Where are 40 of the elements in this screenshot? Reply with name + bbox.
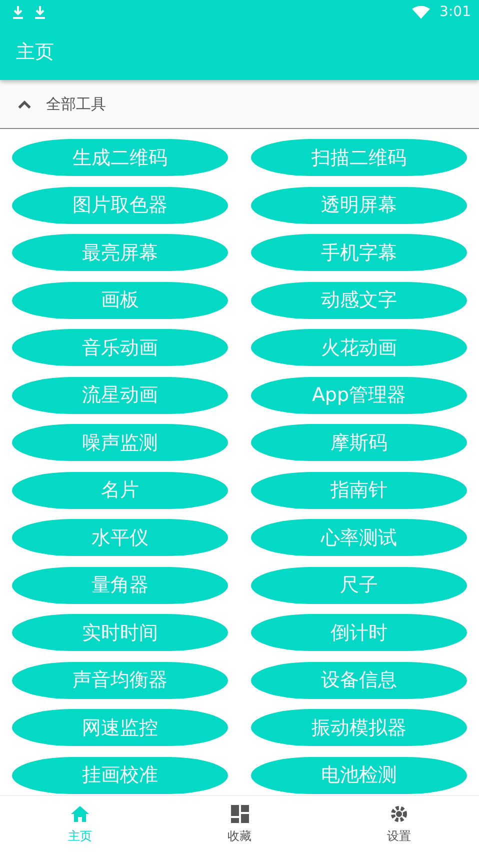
nav-tab[interactable]: 主页: [0, 796, 160, 852]
tool-button[interactable]: 透明屏幕: [251, 186, 467, 224]
nav-tab[interactable]: 收藏: [160, 796, 320, 852]
section-header[interactable]: 全部工具: [0, 80, 479, 129]
tool-button[interactable]: 动感文字: [251, 282, 467, 318]
nav-tab[interactable]: 设置: [319, 796, 479, 852]
tool-button[interactable]: 指南针: [251, 472, 467, 508]
tool-button[interactable]: 声音均衡器: [12, 662, 228, 698]
tool-button[interactable]: 挂画校准: [12, 756, 228, 794]
wifi-icon: [412, 6, 430, 18]
tool-button[interactable]: 量角器: [12, 566, 228, 604]
tool-button[interactable]: 音乐动画: [12, 329, 228, 366]
grid-icon: [230, 804, 250, 824]
tool-button[interactable]: 心率测试: [251, 519, 467, 556]
tool-button[interactable]: 振动模拟器: [251, 709, 467, 746]
tool-button[interactable]: 水平仪: [12, 519, 228, 556]
tool-button[interactable]: 最亮屏幕: [12, 234, 228, 271]
tool-button[interactable]: 画板: [12, 282, 228, 318]
tool-button[interactable]: 生成二维码: [12, 139, 228, 176]
tool-button[interactable]: 实时时间: [12, 614, 228, 651]
download-icon: [34, 5, 46, 19]
tool-button[interactable]: 手机字幕: [251, 234, 467, 271]
settings-icon: [389, 804, 410, 824]
tool-button[interactable]: 扫描二维码: [251, 139, 467, 176]
tool-button[interactable]: 倒计时: [251, 614, 467, 651]
tool-button[interactable]: 火花动画: [251, 329, 467, 366]
tool-button[interactable]: 流星动画: [12, 376, 228, 414]
tool-button[interactable]: 名片: [12, 472, 228, 508]
status-time: 3:01: [440, 4, 471, 20]
tool-button[interactable]: 设备信息: [251, 662, 467, 698]
app-bar-title: 主页: [16, 40, 54, 65]
tool-button[interactable]: 摩斯码: [251, 424, 467, 461]
home-icon: [70, 804, 90, 824]
tool-button[interactable]: 网速监控: [12, 709, 228, 746]
tool-button[interactable]: App管理器: [251, 376, 467, 414]
download-icon: [12, 5, 24, 19]
tool-button[interactable]: 噪声监测: [12, 424, 228, 461]
tool-button[interactable]: 尺子: [251, 566, 467, 604]
tool-button[interactable]: 图片取色器: [12, 186, 228, 224]
tool-button[interactable]: 电池检测: [251, 756, 467, 794]
